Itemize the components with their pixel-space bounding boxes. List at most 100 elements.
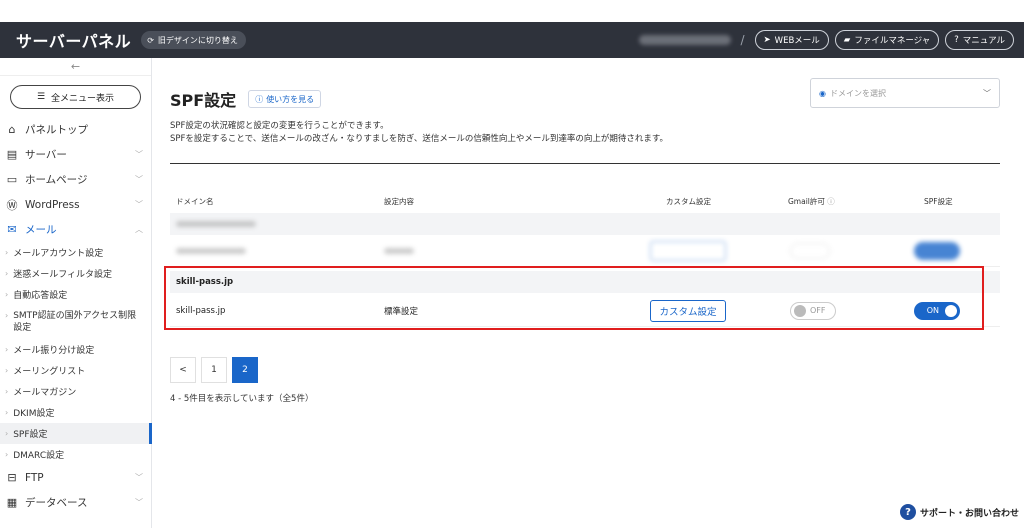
sidebar-item-label: ホームページ [25, 174, 88, 186]
table-row [170, 235, 1000, 267]
sidebar-item-mail[interactable]: ✉ メール ︿ [0, 217, 151, 242]
sidebar-item-homepage[interactable]: ▭ ホームページ ﹀ [0, 167, 151, 192]
server-icon: ▤ [6, 148, 18, 161]
highlight-box [164, 266, 984, 330]
sub-item-label: SPF設定 [13, 430, 48, 440]
chevron-right-icon: › [5, 311, 9, 320]
howto-button[interactable]: ⓘ 使い方を見る [248, 90, 322, 108]
all-menu-button[interactable]: ☰ 全メニュー表示 [10, 85, 141, 109]
blurred-gmail-toggle[interactable] [790, 242, 830, 259]
sub-item-label: メーリングリスト [13, 367, 86, 377]
sidebar-sub-mailing-list[interactable]: › メーリングリスト [0, 360, 151, 381]
window-icon: ▭ [6, 173, 18, 186]
pager-page-1[interactable]: 1 [201, 357, 227, 383]
sidebar-sub-mail-magazine[interactable]: › メールマガジン [0, 381, 151, 402]
sub-item-label: SMTP認証の国外アクセス制限設定 [13, 311, 137, 333]
sidebar-item-ftp[interactable]: ⊟ FTP ﹀ [0, 465, 151, 490]
collapse-sidebar-button[interactable]: ← [0, 58, 151, 76]
sidebar-item-wordpress[interactable]: Ⓦ WordPress ﹀ [0, 192, 151, 217]
page-title: SPF設定 [170, 91, 237, 110]
col-setting: 設定内容 [384, 197, 414, 206]
sub-item-label: メールアカウント設定 [13, 249, 104, 259]
support-button[interactable]: ? サポート・お問い合わせ [900, 502, 1019, 522]
sidebar-item-label: パネルトップ [25, 124, 88, 136]
question-icon: ? [954, 35, 959, 45]
chevron-up-icon: ︿ [135, 225, 143, 234]
domain-select[interactable]: ◉ ドメインを選択 ﹀ [810, 78, 1000, 108]
sidebar-item-server[interactable]: ▤ サーバー ﹀ [0, 142, 151, 167]
pagination: < 1 2 [170, 357, 258, 383]
chevron-right-icon: › [5, 366, 9, 375]
chevron-down-icon: ﹀ [135, 150, 143, 159]
sidebar-item-label: FTP [25, 471, 44, 484]
description-line: SPFを設定することで、送信メールの改ざん・なりすましを防ぎ、送信メールの信頼性… [170, 134, 669, 144]
switch-design-button[interactable]: ⟳ 旧デザインに切り替え [141, 31, 246, 49]
refresh-icon: ⟳ [147, 35, 154, 45]
chevron-down-icon: ﹀ [983, 88, 991, 98]
mail-icon: ✉ [7, 223, 17, 236]
chevron-right-icon: › [5, 387, 9, 396]
sub-item-label: DKIM設定 [13, 409, 55, 419]
question-icon: ? [900, 504, 916, 520]
brand-title[interactable]: サーバーパネル [16, 28, 131, 52]
table-header: ドメイン名 設定内容 カスタム設定 Gmail許可 ⓘ SPF設定 [170, 191, 1000, 211]
howto-label: 使い方を見る [266, 94, 315, 104]
divider [170, 163, 1000, 164]
sidebar-sub-dkim[interactable]: › DKIM設定 [0, 402, 151, 423]
sub-item-label: メールマガジン [13, 388, 77, 398]
sidebar: ← ☰ 全メニュー表示 ⌂ パネルトップ ▤ サーバー ﹀ ▭ ホームページ ﹀… [0, 58, 152, 528]
chevron-down-icon: ﹀ [135, 473, 143, 482]
sidebar-item-database[interactable]: ▦ データベース ﹀ [0, 490, 151, 515]
sidebar-sub-mail-account[interactable]: › メールアカウント設定 [0, 242, 151, 263]
chevron-right-icon: › [5, 290, 9, 299]
sub-item-label: メール振り分け設定 [13, 346, 95, 356]
sidebar-sub-auto-reply[interactable]: › 自動応答設定 [0, 284, 151, 305]
all-menu-label: 全メニュー表示 [51, 93, 115, 104]
chevron-right-icon: › [5, 269, 9, 278]
blurred-domain [176, 221, 256, 227]
col-custom: カスタム設定 [666, 197, 711, 206]
sidebar-item-label: WordPress [25, 198, 80, 211]
send-icon: ➤ [763, 35, 771, 45]
description-line: SPF設定の状況確認と設定の変更を行うことができます。 [170, 121, 389, 131]
support-label: サポート・お問い合わせ [920, 508, 1020, 519]
chevron-down-icon: ﹀ [135, 200, 143, 209]
manual-button[interactable]: ? マニュアル [945, 30, 1014, 50]
col-spf: SPF設定 [924, 197, 953, 206]
menu-icon: ☰ [36, 92, 46, 102]
title-row: SPF設定 ⓘ 使い方を見る [170, 87, 322, 111]
chevron-right-icon: › [5, 429, 9, 438]
chevron-right-icon: › [5, 408, 9, 417]
help-icon[interactable]: ⓘ [827, 197, 835, 206]
pager-prev[interactable]: < [170, 357, 196, 383]
sidebar-item-panel-top[interactable]: ⌂ パネルトップ [0, 117, 151, 142]
sidebar-item-label: データベース [25, 497, 88, 509]
ftp-icon: ⊟ [7, 471, 17, 484]
account-name [638, 35, 731, 45]
chevron-right-icon: › [5, 345, 9, 354]
globe-icon: ◉ [819, 88, 826, 98]
col-gmail: Gmail許可 ⓘ [788, 196, 835, 207]
sidebar-item-label: サーバー [25, 149, 67, 161]
webmail-button[interactable]: ➤ WEBメール [754, 30, 829, 50]
sidebar-sub-dmarc[interactable]: › DMARC設定 [0, 444, 151, 465]
arrow-left-icon: ← [70, 60, 81, 73]
manual-label: マニュアル [962, 36, 1005, 46]
chevron-right-icon: › [5, 450, 9, 459]
blurred-spf-toggle[interactable] [914, 241, 960, 260]
sidebar-item-label: メール [25, 224, 57, 236]
sidebar-sub-spf[interactable]: › SPF設定 [0, 423, 152, 444]
blurred-custom-button[interactable] [650, 240, 726, 261]
sub-item-label: 自動応答設定 [13, 291, 68, 301]
chevron-right-icon: › [5, 248, 9, 257]
folder-icon: ▰ [843, 35, 851, 45]
home-icon: ⌂ [8, 123, 16, 136]
sidebar-sub-spam-filter[interactable]: › 迷惑メールフィルタ設定 [0, 263, 151, 284]
sidebar-sub-mail-sorting[interactable]: › メール振り分け設定 [0, 339, 151, 360]
file-manager-button[interactable]: ▰ ファイルマネージャ [834, 30, 940, 50]
top-bar: サーバーパネル ⟳ 旧デザインに切り替え / ➤ WEBメール ▰ ファイルマネ… [0, 22, 1024, 58]
blurred-domain [176, 247, 246, 254]
pager-page-2[interactable]: 2 [232, 357, 258, 383]
table-group-row [170, 213, 1000, 235]
sidebar-sub-smtp-restriction[interactable]: › SMTP認証の国外アクセス制限設定 [0, 305, 151, 339]
